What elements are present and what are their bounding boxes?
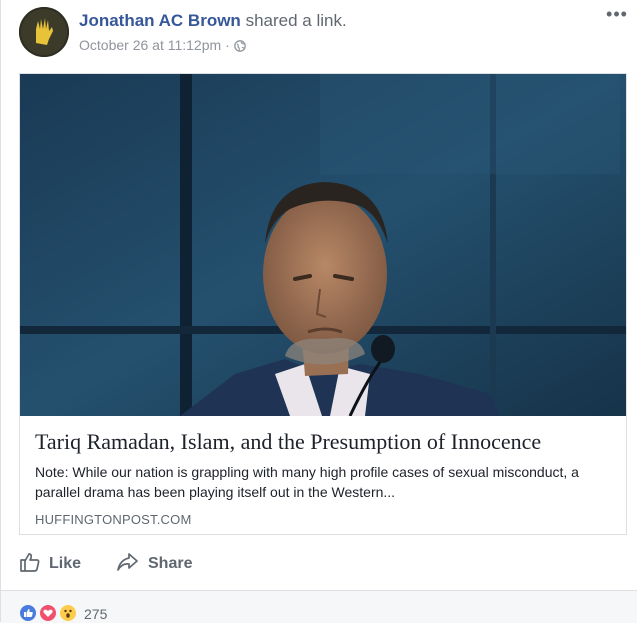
meta-separator: ·	[225, 37, 230, 53]
reaction-count[interactable]: 275	[84, 606, 107, 622]
like-button[interactable]: Like	[19, 548, 81, 580]
reactions-bar: 275	[1, 590, 637, 623]
post-actions: Like Share	[19, 548, 619, 580]
globe-icon[interactable]	[233, 39, 246, 55]
wow-reaction-icon	[58, 603, 78, 623]
link-image[interactable]	[20, 74, 626, 416]
author-line: Jonathan AC Brown shared a link.	[79, 11, 347, 31]
thumbs-up-icon	[19, 551, 49, 578]
link-description: Note: While our nation is grappling with…	[35, 464, 579, 500]
post-timestamp[interactable]: October 26 at 11:12pm	[79, 37, 221, 53]
link-title[interactable]: Tariq Ramadan, Islam, and the Presumptio…	[35, 428, 615, 456]
avatar[interactable]	[19, 7, 69, 57]
post-header: Jonathan AC Brown shared a link. October…	[19, 5, 629, 59]
post-action-text: shared a link.	[245, 11, 347, 30]
share-arrow-icon	[116, 551, 148, 578]
link-domain: HUFFINGTONPOST.COM	[35, 512, 192, 527]
more-options-button[interactable]: •••	[605, 5, 629, 25]
link-preview-card[interactable]: Tariq Ramadan, Islam, and the Presumptio…	[19, 73, 627, 535]
share-button[interactable]: Share	[116, 548, 192, 580]
like-reaction-icon	[18, 603, 38, 623]
feed-post: Jonathan AC Brown shared a link. October…	[0, 0, 637, 623]
like-label: Like	[49, 555, 82, 572]
post-meta: October 26 at 11:12pm ·	[79, 37, 246, 55]
love-reaction-icon	[38, 603, 58, 623]
share-label: Share	[148, 555, 193, 572]
link-text: Tariq Ramadan, Islam, and the Presumptio…	[35, 428, 615, 527]
author-name[interactable]: Jonathan AC Brown	[79, 11, 241, 30]
